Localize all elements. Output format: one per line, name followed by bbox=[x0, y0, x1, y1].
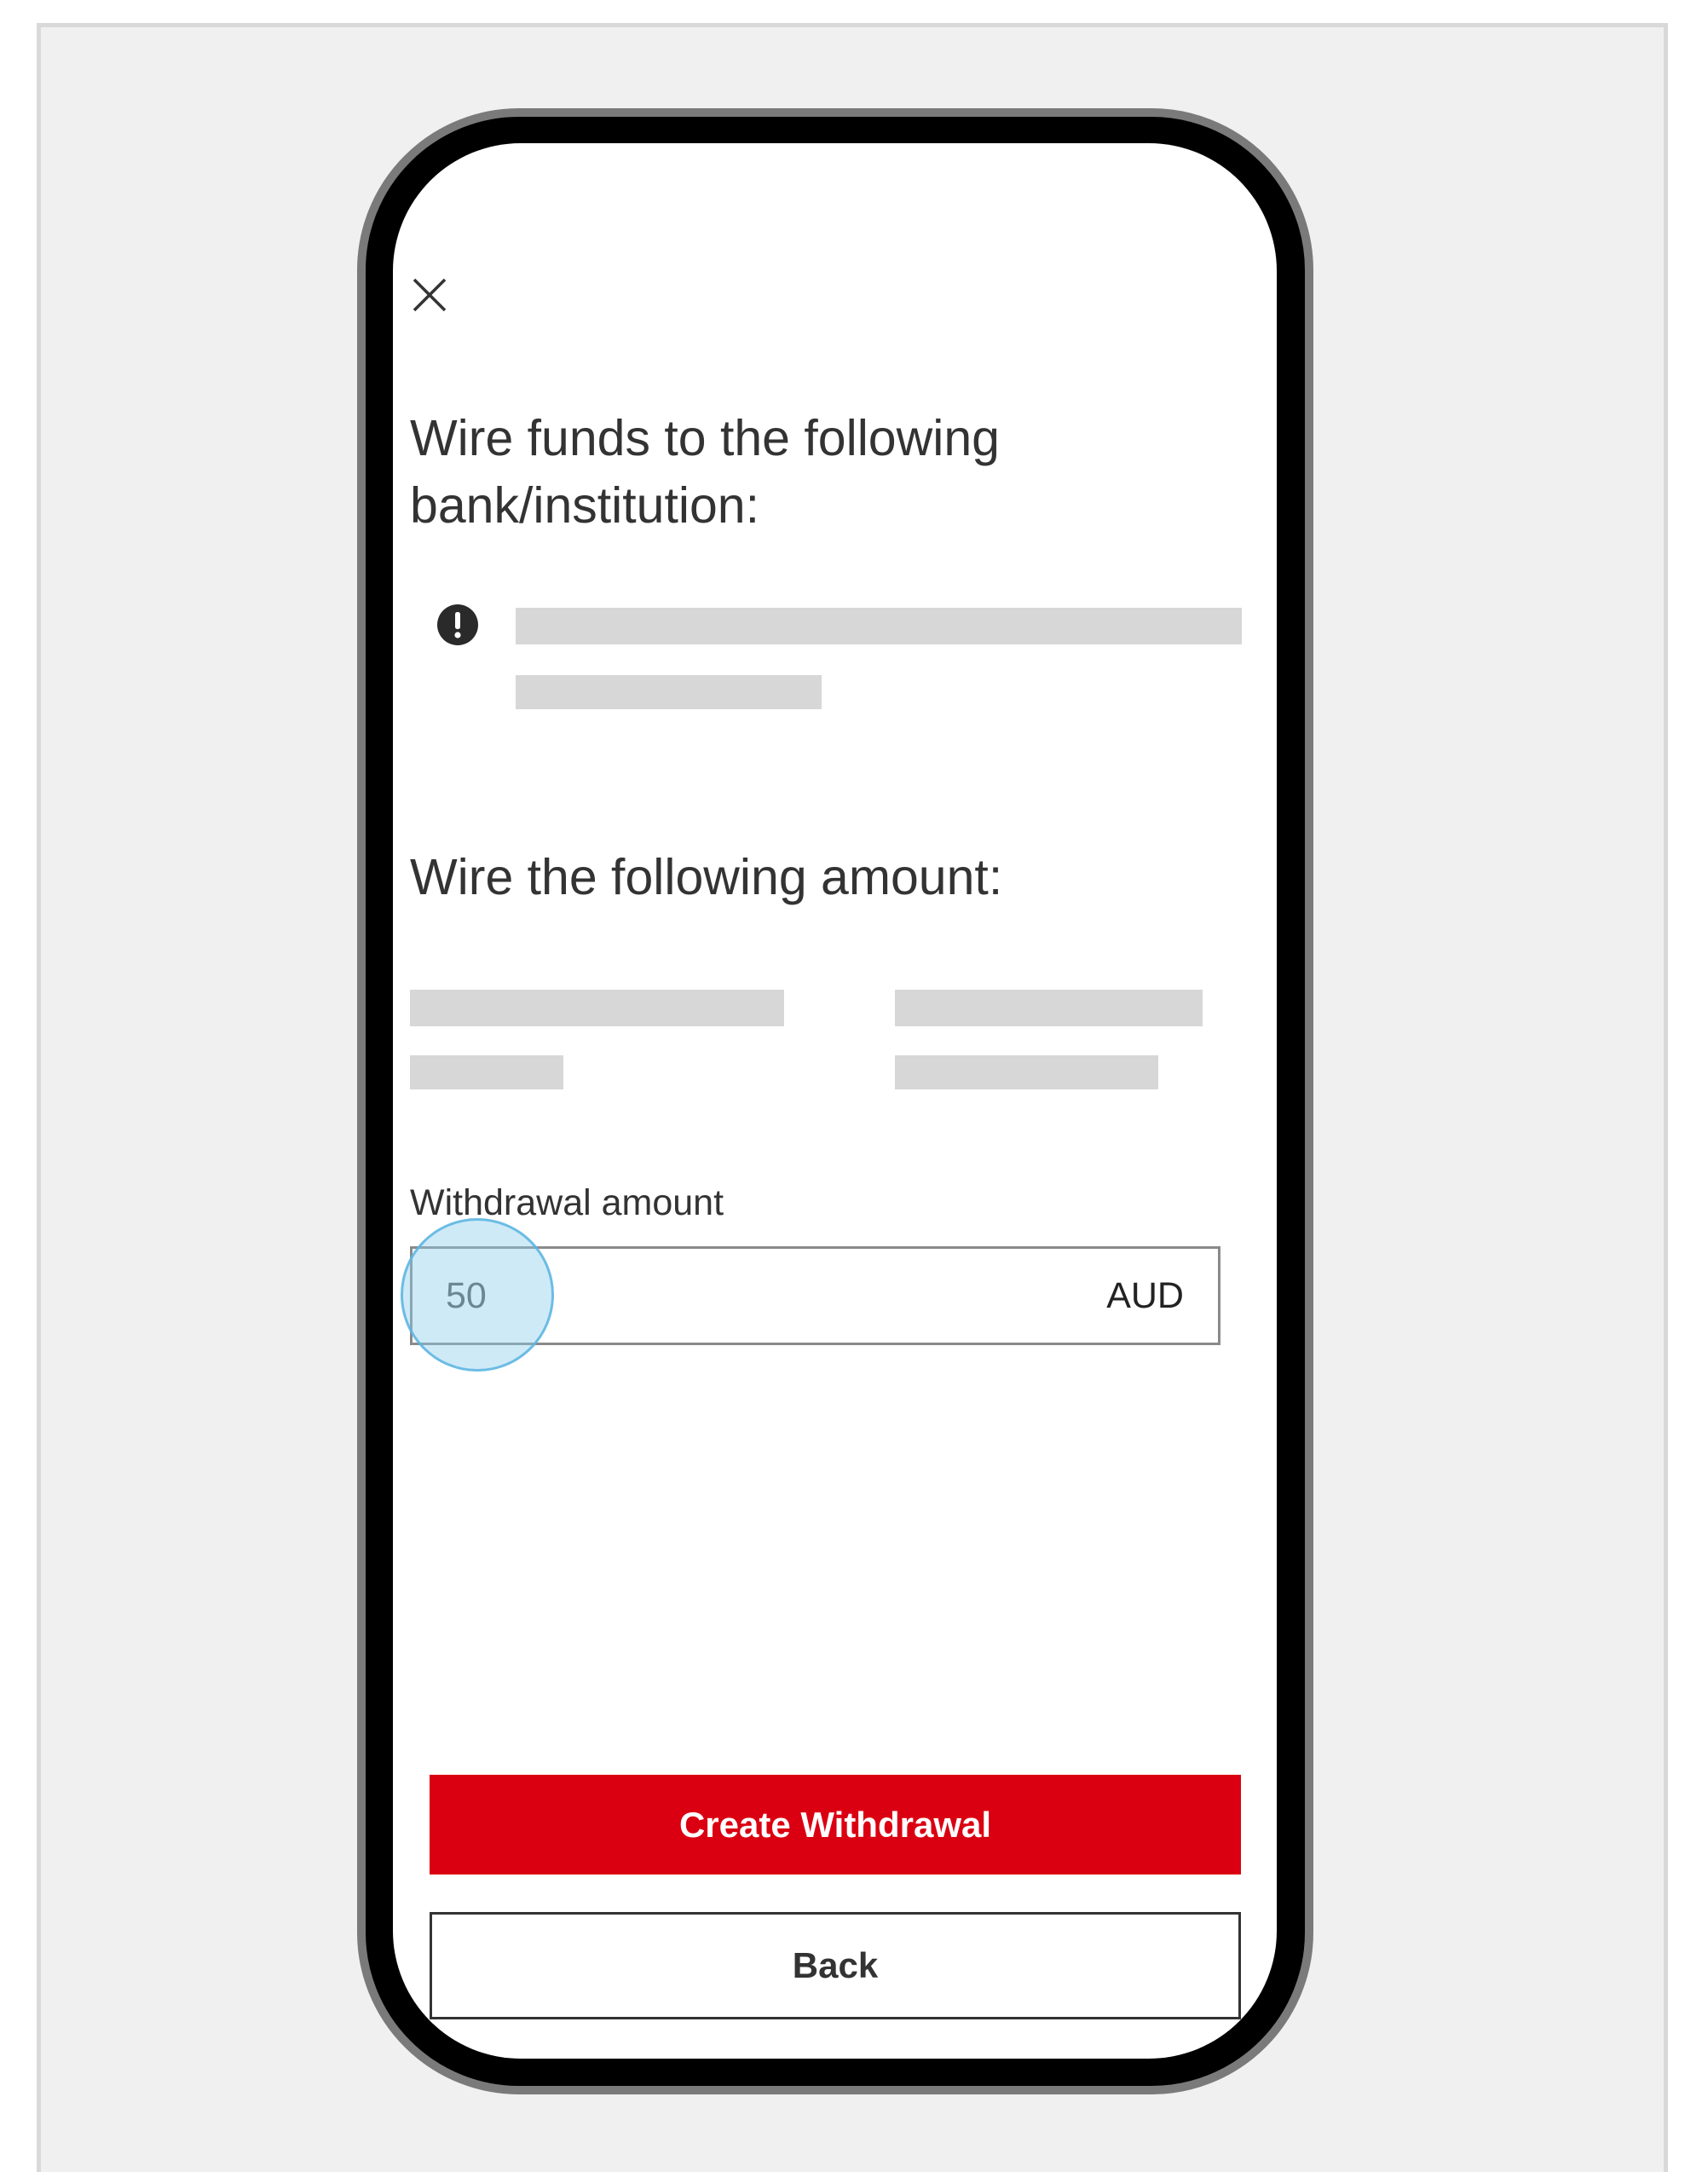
amount-placeholder-right-1 bbox=[895, 990, 1203, 1026]
withdrawal-amount-value: 50 bbox=[446, 1275, 487, 1316]
exclamation-circle-icon bbox=[436, 604, 479, 646]
close-icon bbox=[413, 278, 447, 312]
back-button[interactable]: Back bbox=[430, 1912, 1241, 2019]
amount-placeholder-left-1 bbox=[410, 990, 784, 1026]
create-withdrawal-button[interactable]: Create Withdrawal bbox=[430, 1775, 1241, 1875]
canvas: Wire funds to the following bank/institu… bbox=[0, 0, 1708, 2172]
notice-placeholder-line-2 bbox=[516, 675, 822, 709]
withdrawal-amount-label: Withdrawal amount bbox=[410, 1182, 724, 1223]
notice-placeholder-line-1 bbox=[516, 608, 1242, 644]
close-button[interactable] bbox=[407, 273, 452, 317]
currency-label: AUD bbox=[1106, 1275, 1184, 1316]
amount-placeholder-left-2 bbox=[410, 1055, 563, 1089]
amount-placeholder-right-2 bbox=[895, 1055, 1158, 1089]
amount-section-heading: Wire the following amount: bbox=[410, 849, 1003, 905]
withdrawal-amount-input[interactable]: 50 AUD bbox=[410, 1246, 1220, 1345]
bank-section-heading: Wire funds to the following bank/institu… bbox=[410, 410, 1000, 534]
